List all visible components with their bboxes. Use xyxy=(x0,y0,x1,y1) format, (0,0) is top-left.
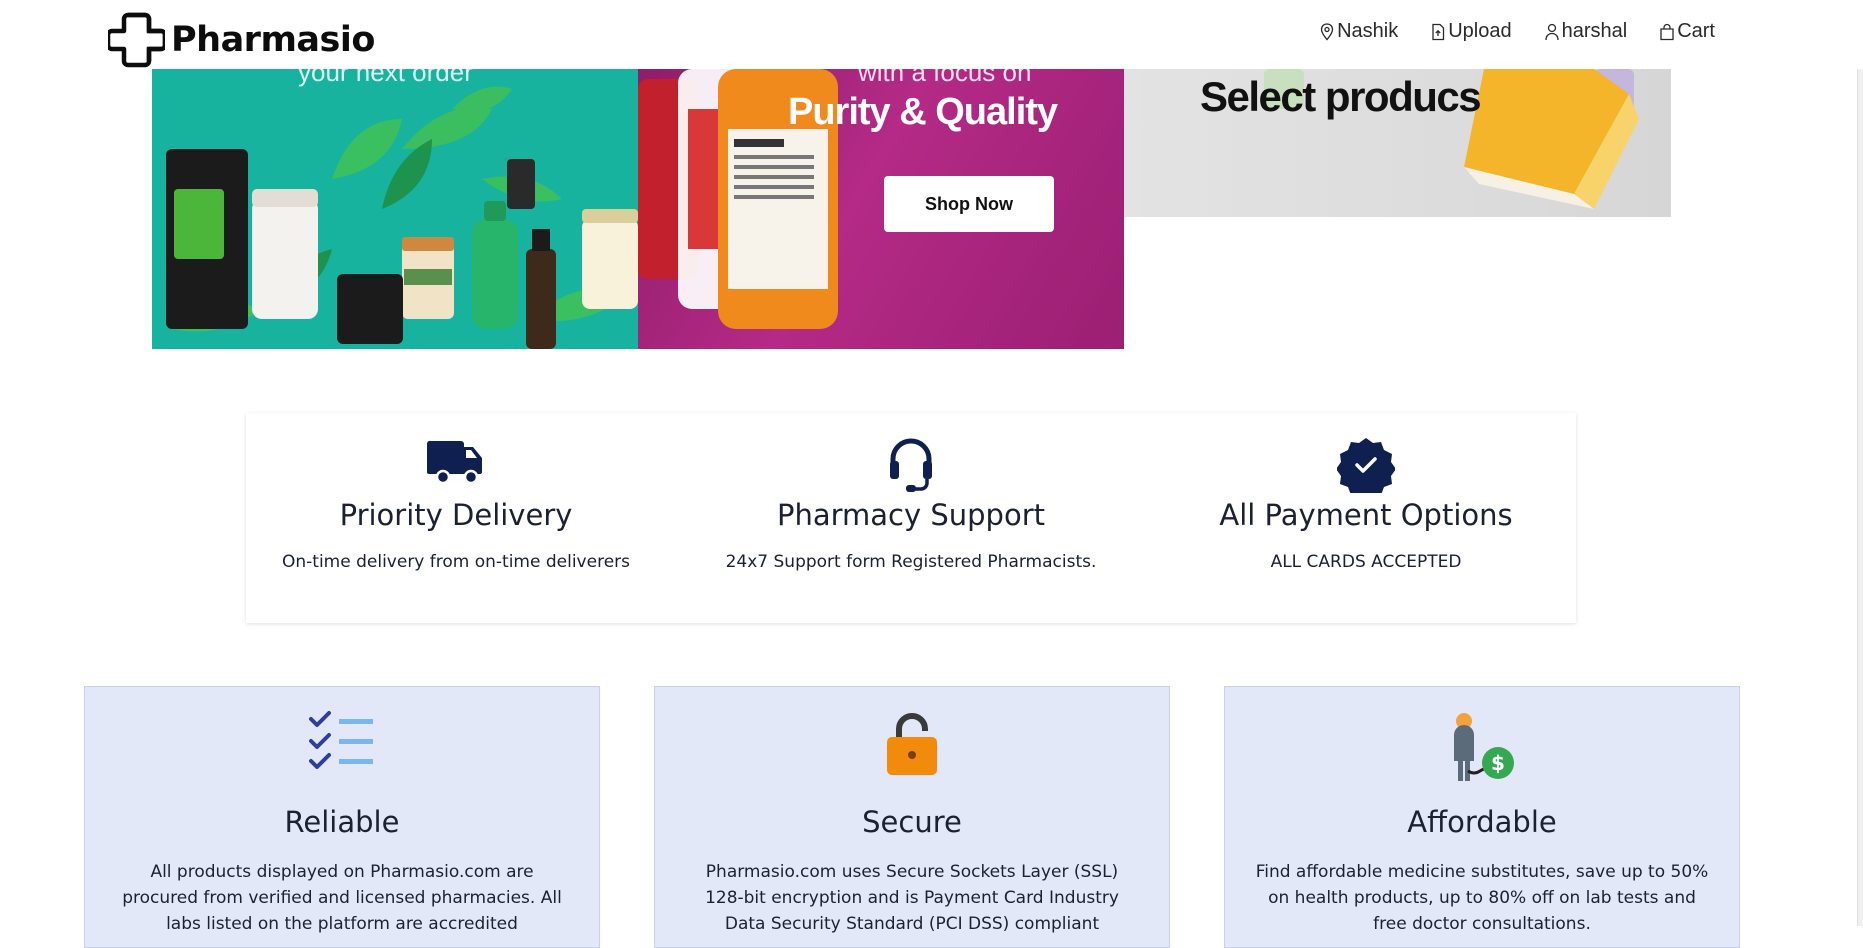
site-header: Pharmasio Nashik Upload harshal Cart xyxy=(0,0,1863,69)
brand-name: Pharmasio xyxy=(171,20,375,60)
page-scrollbar[interactable] xyxy=(1857,0,1863,926)
shopping-bag-icon xyxy=(1660,23,1674,40)
padlock-icon xyxy=(887,713,937,775)
promo-banner-purity[interactable]: with a focus on Purity & Quality Shop No… xyxy=(638,69,1124,349)
card-desc: Pharmasio.com uses Secure Sockets Layer … xyxy=(705,862,1119,934)
promo-banner-select-products[interactable]: Select producs xyxy=(1124,69,1671,217)
feature-title: Pharmacy Support xyxy=(776,498,1046,532)
banner-2-top-text: with a focus on xyxy=(858,69,1032,87)
medical-cross-logo-icon xyxy=(108,12,165,68)
feature-title: All Payment Options xyxy=(1219,498,1513,532)
supplements-product-image xyxy=(166,86,638,349)
feature-desc: On-time delivery from on-time deliverers xyxy=(282,552,630,572)
card-desc: Find affordable medicine substitutes, sa… xyxy=(1255,862,1709,934)
card-title: Reliable xyxy=(284,805,400,839)
card-desc: All products displayed on Pharmasio.com … xyxy=(122,862,562,934)
file-upload-icon xyxy=(1432,23,1445,40)
brand-logo[interactable]: Pharmasio xyxy=(108,12,375,68)
checklist-icon xyxy=(309,711,373,769)
feature-desc: 24x7 Support form Registered Pharmacists… xyxy=(725,552,1097,572)
card-title: Secure xyxy=(862,805,962,839)
features-strip: Priority Delivery On-time delivery from … xyxy=(246,413,1576,623)
shop-now-button[interactable]: Shop Now xyxy=(884,176,1054,232)
feature-title: Priority Delivery xyxy=(339,498,573,532)
card-title: Affordable xyxy=(1407,805,1557,839)
card-affordable: $ Affordable Find affordable medicine su… xyxy=(1224,686,1740,948)
card-secure: Secure Pharmasio.com uses Secure Sockets… xyxy=(654,686,1170,948)
nav-upload[interactable]: Upload xyxy=(1430,20,1512,43)
location-pin-icon xyxy=(1320,22,1334,40)
nav-cart-label: Cart xyxy=(1677,20,1715,42)
truck-icon xyxy=(427,440,482,485)
headset-icon xyxy=(890,438,932,492)
nav-user-label: harshal xyxy=(1561,20,1628,42)
banner-3-headline: Select producs xyxy=(1200,73,1482,120)
nav-user[interactable]: harshal xyxy=(1544,20,1628,43)
user-icon xyxy=(1544,23,1559,40)
svg-text:$: $ xyxy=(1491,751,1505,775)
banner-2-headline: Purity & Quality xyxy=(788,91,1058,133)
promo-banner-supplements[interactable]: your next order xyxy=(152,69,638,349)
nav-location[interactable]: Nashik xyxy=(1319,20,1398,43)
feature-desc: ALL CARDS ACCEPTED xyxy=(1270,552,1462,572)
card-reliable: Reliable All products displayed on Pharm… xyxy=(84,686,600,948)
nav-upload-label: Upload xyxy=(1448,20,1512,42)
verified-badge-icon xyxy=(1337,438,1395,493)
nav-location-label: Nashik xyxy=(1337,20,1399,42)
person-money-icon: $ xyxy=(1454,713,1514,781)
top-nav: Nashik Upload harshal Cart xyxy=(1319,20,1715,43)
nav-cart[interactable]: Cart xyxy=(1659,20,1715,43)
